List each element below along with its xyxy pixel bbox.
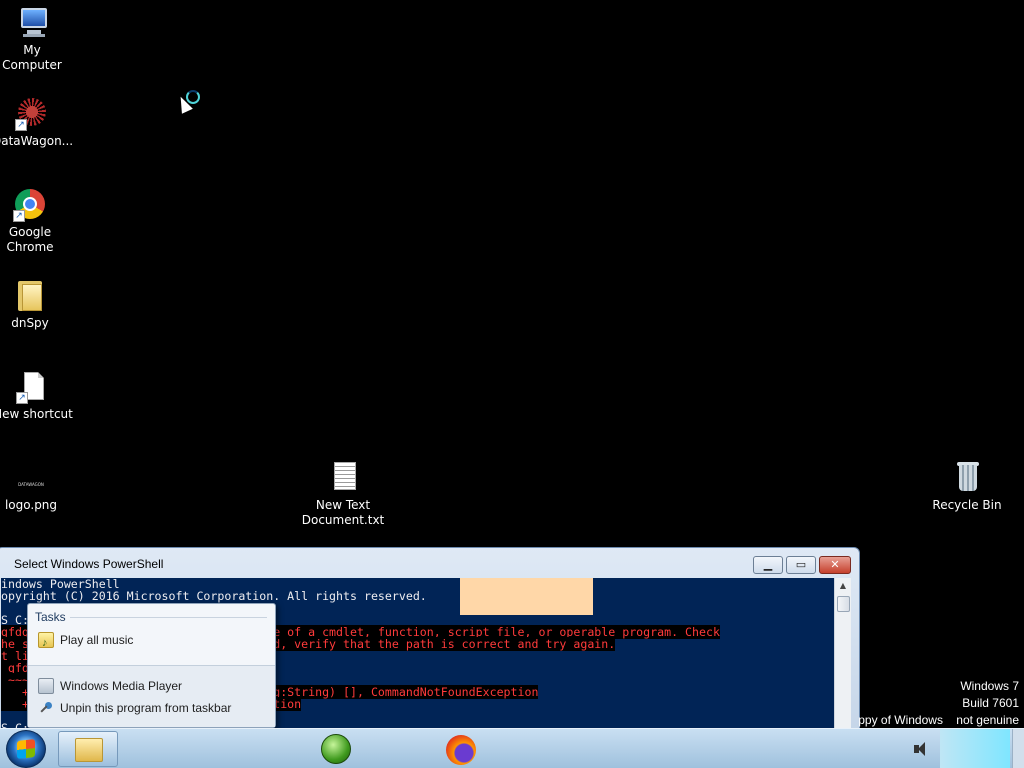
desktop-icon-label: New shortcut <box>0 407 73 421</box>
tray-highlight-area <box>940 729 1010 768</box>
datawagon-shortcut-icon: ↗ <box>15 97 49 131</box>
vertical-scrollbar[interactable]: ▲ <box>834 578 851 736</box>
jump-list-item-label: Play all music <box>60 633 134 647</box>
desktop-icon-new-shortcut[interactable]: ↗ New shortcut <box>0 370 73 422</box>
desktop-icon-label: logo.png <box>4 498 58 512</box>
desktop-icon-my-computer[interactable]: My Computer <box>0 6 72 73</box>
window-title: Select Windows PowerShell <box>14 557 164 571</box>
music-folder-icon <box>38 632 54 654</box>
image-file-icon: DATAWAGON <box>18 482 44 487</box>
console-text: opyright (C) 2016 Microsoft Corporation.… <box>1 589 427 603</box>
jump-list-item-unpin[interactable]: Unpin this program from taskbar <box>34 697 269 719</box>
desktop-icon-dnspy[interactable]: dnSpy <box>0 279 70 331</box>
windows-logo-icon <box>17 739 35 759</box>
desktop-icon-label: New Text Document.txt <box>301 498 385 527</box>
maximize-button[interactable]: ▭ <box>786 556 816 574</box>
firefox-icon <box>446 735 476 765</box>
minimize-icon: ▁ <box>763 558 773 571</box>
scrollbar-thumb[interactable] <box>837 596 850 612</box>
jump-list-item-label: Unpin this program from taskbar <box>60 701 232 715</box>
start-button[interactable] <box>6 730 46 768</box>
desktop-icon-logo-png[interactable]: DATAWAGON logo.png <box>0 461 71 513</box>
minimize-button[interactable]: ▁ <box>753 556 783 574</box>
close-icon: ✕ <box>830 558 840 571</box>
windows-media-player-icon <box>321 734 351 764</box>
desktop-icon-recycle-bin[interactable]: Recycle Bin <box>927 461 1007 513</box>
taskbar-button-firefox[interactable] <box>430 731 490 767</box>
unpin-icon <box>38 700 54 716</box>
speaker-icon[interactable] <box>912 741 932 757</box>
text-file-icon <box>326 461 360 495</box>
recycle-bin-icon <box>950 461 984 495</box>
folder-icon <box>13 279 47 313</box>
divider <box>70 617 267 618</box>
close-button[interactable]: ✕ <box>819 556 851 574</box>
desktop-icon-datawagon[interactable]: ↗ DataWagon... <box>0 97 74 149</box>
computer-icon <box>15 6 49 40</box>
chrome-icon: ↗ <box>13 188 47 222</box>
jump-list-section-header: Tasks <box>35 610 66 624</box>
taskbar-button-windows-media-player[interactable] <box>306 731 366 767</box>
windows-genuine-watermark: Windows 7 Build 7601 ppy of Windows not … <box>858 678 1019 729</box>
console-line: opyright (C) 2016 Microsoft Corporation.… <box>1 590 835 602</box>
jump-list-footer: Windows Media Player Unpin this program … <box>28 665 275 727</box>
desktop-icon-label: dnSpy <box>11 316 49 330</box>
jump-list-item-label: Windows Media Player <box>60 679 183 693</box>
taskbar-jump-list: Tasks Play all music Windows Media Playe… <box>27 603 276 728</box>
windows-media-player-icon <box>38 678 54 694</box>
watermark-line: Build 7601 <box>962 696 1019 710</box>
scroll-up-icon[interactable]: ▲ <box>835 578 851 594</box>
desktop-icon-label: DataWagon... <box>0 134 74 148</box>
shortcut-file-icon: ↗ <box>16 370 50 404</box>
window-titlebar[interactable]: Select Windows PowerShell ▁ ▭ ✕ <box>0 548 859 578</box>
maximize-icon: ▭ <box>795 558 807 571</box>
desktop: My Computer ↗ DataWagon... ↗ Google Chro… <box>0 0 1024 768</box>
desktop-icon-label: Google Chrome <box>6 225 54 254</box>
watermark-line: Windows 7 <box>960 679 1019 693</box>
jump-list-item-play-all-music[interactable]: Play all music <box>34 629 269 654</box>
taskbar-button-windows-explorer[interactable] <box>58 731 118 767</box>
taskbar <box>0 728 1024 768</box>
desktop-icon-label: My Computer <box>2 43 62 72</box>
jump-list-item-windows-media-player[interactable]: Windows Media Player <box>34 675 269 697</box>
busy-spinner-icon <box>186 90 200 104</box>
desktop-icon-new-text-document[interactable]: New Text Document.txt <box>298 461 388 528</box>
desktop-icon-google-chrome[interactable]: ↗ Google Chrome <box>0 188 70 255</box>
folder-icon <box>75 738 103 762</box>
desktop-icon-label: Recycle Bin <box>932 498 1002 512</box>
show-desktop-button[interactable] <box>1012 729 1024 768</box>
watermark-line: ppy of Windows not genuine <box>858 713 1019 727</box>
